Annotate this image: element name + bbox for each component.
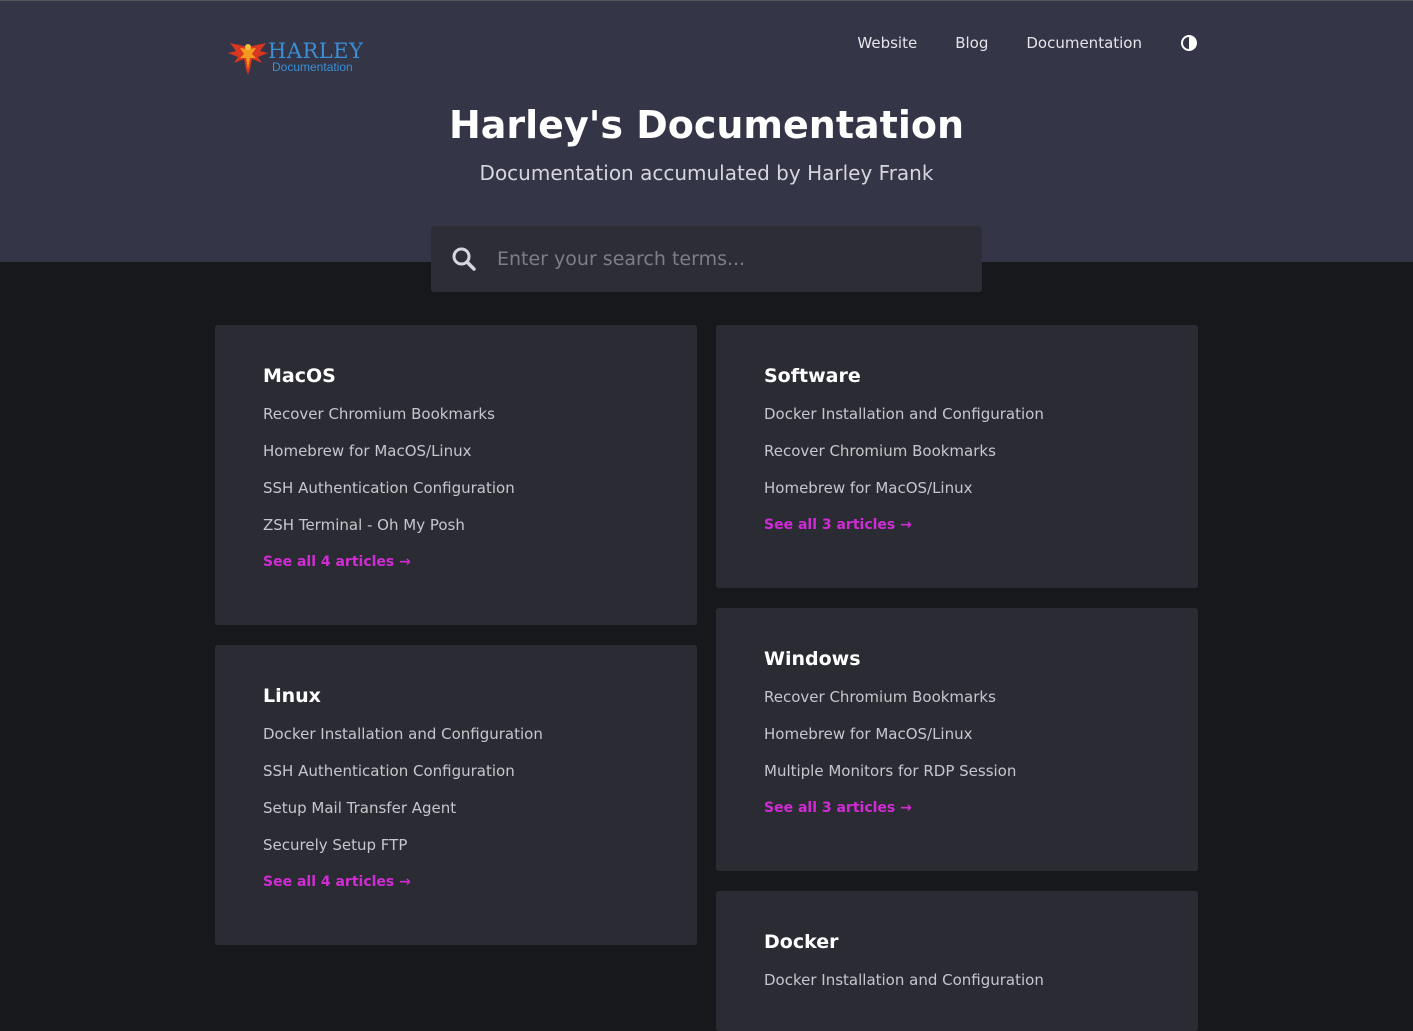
phoenix-logo-icon: [228, 43, 268, 75]
category-card-software: Software Docker Installation and Configu…: [716, 325, 1198, 588]
article-link[interactable]: Docker Installation and Configuration: [764, 405, 1044, 423]
article-list: Recover Chromium Bookmarks Homebrew for …: [263, 403, 649, 551]
page-title: Harley's Documentation: [448, 103, 965, 147]
article-list: Docker Installation and Configuration: [764, 969, 1150, 1006]
article-link[interactable]: Securely Setup FTP: [263, 836, 407, 854]
list-item: Docker Installation and Configuration: [764, 403, 1150, 440]
category-title: Software: [764, 365, 861, 387]
nav-website[interactable]: Website: [857, 33, 917, 53]
article-link[interactable]: Recover Chromium Bookmarks: [764, 442, 996, 460]
top-nav: Website Blog Documentation: [819, 33, 1198, 53]
article-link[interactable]: Homebrew for MacOS/Linux: [263, 442, 472, 460]
list-item: Docker Installation and Configuration: [263, 723, 649, 760]
article-link[interactable]: Homebrew for MacOS/Linux: [764, 479, 973, 497]
article-link[interactable]: Docker Installation and Configuration: [263, 725, 543, 743]
site-logo[interactable]: HARLEY Documentation: [226, 39, 366, 77]
article-link[interactable]: ZSH Terminal - Oh My Posh: [263, 516, 465, 534]
see-all-link[interactable]: See all 4 articles →: [263, 554, 411, 570]
article-link[interactable]: Multiple Monitors for RDP Session: [764, 762, 1016, 780]
category-card-linux: Linux Docker Installation and Configurat…: [215, 645, 697, 945]
article-list: Docker Installation and Configuration Re…: [764, 403, 1150, 514]
category-title: MacOS: [263, 365, 336, 387]
category-title: Linux: [263, 685, 321, 707]
list-item: Docker Installation and Configuration: [764, 969, 1150, 1006]
list-item: Setup Mail Transfer Agent: [263, 797, 649, 834]
category-card-macos: MacOS Recover Chromium Bookmarks Homebre…: [215, 325, 697, 625]
category-title: Windows: [764, 648, 861, 670]
search-bar: [431, 226, 982, 292]
see-all-link[interactable]: See all 4 articles →: [263, 874, 411, 890]
article-list: Docker Installation and Configuration SS…: [263, 723, 649, 871]
article-link[interactable]: Recover Chromium Bookmarks: [764, 688, 996, 706]
search-input[interactable]: [497, 248, 957, 270]
theme-toggle-icon[interactable]: [1180, 34, 1198, 52]
search-icon: [452, 247, 476, 271]
list-item: Homebrew for MacOS/Linux: [764, 477, 1150, 514]
hero-header: HARLEY Documentation Website Blog Docume…: [0, 0, 1413, 262]
list-item: Securely Setup FTP: [263, 834, 649, 871]
list-item: Recover Chromium Bookmarks: [764, 686, 1150, 723]
article-link[interactable]: Docker Installation and Configuration: [764, 971, 1044, 989]
article-link[interactable]: Setup Mail Transfer Agent: [263, 799, 456, 817]
list-item: Recover Chromium Bookmarks: [764, 440, 1150, 477]
list-item: Homebrew for MacOS/Linux: [764, 723, 1150, 760]
list-item: SSH Authentication Configuration: [263, 760, 649, 797]
article-link[interactable]: Recover Chromium Bookmarks: [263, 405, 495, 423]
category-card-windows: Windows Recover Chromium Bookmarks Homeb…: [716, 608, 1198, 871]
article-list: Recover Chromium Bookmarks Homebrew for …: [764, 686, 1150, 797]
see-all-link[interactable]: See all 3 articles →: [764, 800, 912, 816]
list-item: ZSH Terminal - Oh My Posh: [263, 514, 649, 551]
list-item: Recover Chromium Bookmarks: [263, 403, 649, 440]
nav-documentation[interactable]: Documentation: [1026, 33, 1142, 53]
nav-blog[interactable]: Blog: [955, 33, 988, 53]
list-item: Multiple Monitors for RDP Session: [764, 760, 1150, 797]
category-title: Docker: [764, 931, 839, 953]
list-item: Homebrew for MacOS/Linux: [263, 440, 649, 477]
article-link[interactable]: Homebrew for MacOS/Linux: [764, 725, 973, 743]
list-item: SSH Authentication Configuration: [263, 477, 649, 514]
logo-title: HARLEY: [268, 39, 364, 63]
article-link[interactable]: SSH Authentication Configuration: [263, 479, 515, 497]
page-subtitle: Documentation accumulated by Harley Fran…: [479, 161, 934, 185]
logo-subtitle: Documentation: [272, 60, 353, 74]
category-card-docker: Docker Docker Installation and Configura…: [716, 891, 1198, 1031]
see-all-link[interactable]: See all 3 articles →: [764, 517, 912, 533]
article-link[interactable]: SSH Authentication Configuration: [263, 762, 515, 780]
